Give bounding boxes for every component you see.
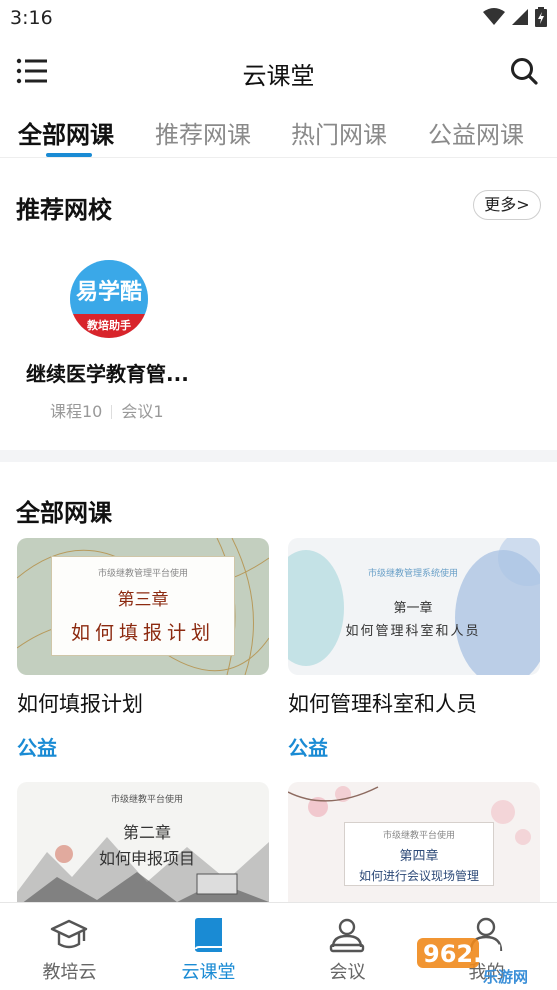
nav-item-cloud-classroom[interactable]: 云课堂 — [139, 903, 278, 990]
title-bar: 云课堂 — [0, 38, 557, 102]
section-divider — [0, 450, 557, 462]
more-button[interactable]: 更多> — [473, 190, 541, 220]
school-course-count: 课程10 — [50, 402, 103, 421]
course-title: 如何填报计划 — [17, 692, 143, 716]
course-title: 如何管理科室和人员 — [288, 692, 477, 716]
meeting-icon — [329, 918, 365, 953]
status-bar: 3:16 — [0, 0, 557, 38]
watermark-subtext: 乐游网 — [483, 968, 528, 986]
status-icons — [483, 7, 547, 27]
school-meeting-count: 会议1 — [121, 402, 164, 421]
tab-all-courses[interactable]: 全部网课 — [18, 115, 114, 150]
thumbnail-caption: 市级继教平台使用 — [382, 831, 455, 841]
wifi-icon — [483, 8, 505, 25]
course-thumbnail: 市级继教管理平台使用 第三章 如何填报计划 — [17, 538, 269, 675]
tab-popular-courses[interactable]: 热门网课 — [291, 115, 387, 150]
active-tab-indicator — [46, 153, 92, 157]
graduation-cap-icon — [50, 919, 88, 949]
thumbnail-panel: 市级继教平台使用 第四章 如何进行会议现场管理 — [344, 822, 494, 886]
course-card[interactable]: 市级继教管理系统使用 第一章 如何管理科室和人员 如何管理科室和人员 公益 — [288, 538, 540, 760]
tab-recommended-courses[interactable]: 推荐网课 — [155, 115, 251, 150]
school-logo-text: 易学酷 — [75, 280, 142, 305]
status-time: 3:16 — [10, 7, 53, 29]
thumbnail-caption: 市级继教管理平台使用 — [97, 569, 188, 579]
thumbnail-panel: 市级继教管理平台使用 第三章 如何填报计划 — [51, 556, 235, 656]
nav-label: 云课堂 — [181, 962, 236, 983]
nav-label: 教培云 — [42, 962, 97, 983]
watermark-number: 962.NET — [423, 940, 536, 968]
thumbnail-panel: 市级继教管理系统使用 第一章 如何管理科室和人员 — [328, 566, 498, 646]
nav-item-jiaopeiyun[interactable]: 教培云 — [0, 903, 139, 990]
course-card[interactable]: 市级继教平台使用 第二章 如何申报项目 — [17, 782, 269, 919]
watermark-logo: 962.NET 乐游网 — [417, 936, 551, 986]
search-button[interactable] — [509, 56, 539, 86]
recommended-schools-title: 推荐网校 — [16, 196, 112, 224]
course-thumbnail: 市级继教平台使用 第四章 如何进行会议现场管理 — [288, 782, 540, 919]
course-tabs: 全部网课 推荐网课 热门网课 公益网课 — [0, 102, 557, 158]
thumbnail-caption: 市级继教平台使用 — [110, 795, 183, 805]
thumbnail-caption: 市级继教管理系统使用 — [367, 569, 458, 579]
nav-label: 会议 — [329, 962, 366, 983]
course-tag: 公益 — [17, 736, 57, 760]
page-title: 云课堂 — [242, 62, 315, 90]
thumbnail-heading: 如何申报项目 — [98, 849, 195, 868]
school-stats: 课程10 会议1 — [50, 398, 164, 422]
course-card[interactable]: 市级继教平台使用 第四章 如何进行会议现场管理 — [288, 782, 540, 919]
all-courses-title: 全部网课 — [16, 499, 112, 527]
thumbnail-chapter: 第一章 — [393, 601, 433, 616]
thumbnail-heading: 如何填报计划 — [70, 622, 215, 644]
signal-icon — [512, 9, 528, 25]
course-tag: 公益 — [288, 736, 328, 760]
search-icon — [511, 58, 538, 85]
school-name: 继续医学教育管... — [26, 362, 189, 386]
course-thumbnail: 市级继教管理系统使用 第一章 如何管理科室和人员 — [288, 538, 540, 675]
thumbnail-panel: 市级继教平台使用 第二章 如何申报项目 — [77, 792, 217, 882]
thumbnail-chapter: 第三章 — [117, 590, 169, 610]
thumbnail-heading: 如何管理科室和人员 — [345, 624, 481, 639]
school-card[interactable]: 易学酷 教培助手 继续医学教育管... 课程10 会议1 — [22, 255, 202, 425]
book-icon — [195, 918, 222, 952]
course-card[interactable]: 市级继教管理平台使用 第三章 如何填报计划 如何填报计划 公益 — [17, 538, 269, 760]
school-logo: 易学酷 教培助手 — [70, 260, 148, 338]
course-thumbnail: 市级继教平台使用 第二章 如何申报项目 — [17, 782, 269, 919]
stat-divider — [111, 405, 113, 419]
tab-charity-courses[interactable]: 公益网课 — [428, 115, 524, 150]
nav-item-meeting[interactable]: 会议 — [278, 903, 417, 990]
school-logo-subtext: 教培助手 — [87, 319, 131, 332]
battery-icon — [535, 7, 547, 27]
thumbnail-chapter: 第四章 — [399, 849, 439, 864]
thumbnail-heading: 如何进行会议现场管理 — [358, 869, 479, 883]
thumbnail-chapter: 第二章 — [122, 823, 171, 842]
